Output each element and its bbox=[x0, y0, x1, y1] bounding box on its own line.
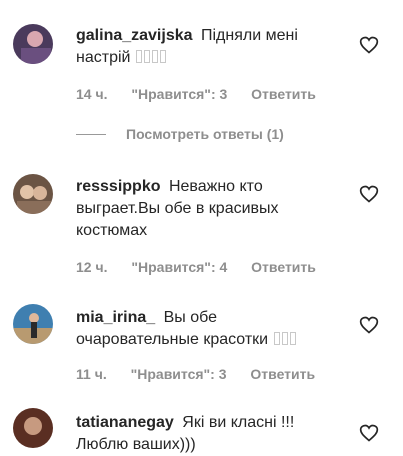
comment-body: Які ви класні !!! bbox=[182, 414, 295, 431]
heart-icon[interactable] bbox=[359, 184, 379, 204]
heart-icon[interactable] bbox=[359, 35, 379, 55]
likes-count[interactable]: "Нравится": 3 bbox=[131, 86, 227, 102]
likes-count[interactable]: "Нравится": 3 bbox=[131, 366, 227, 382]
reply-button[interactable]: Ответить bbox=[250, 366, 315, 382]
emoji-placeholders bbox=[273, 331, 297, 348]
avatar[interactable] bbox=[13, 24, 53, 64]
comment-meta: 12 ч. "Нравится": 4 Ответить bbox=[76, 259, 336, 275]
reply-button[interactable]: Ответить bbox=[251, 86, 316, 102]
replies-divider bbox=[76, 133, 106, 135]
likes-count[interactable]: "Нравится": 4 bbox=[131, 259, 227, 275]
avatar[interactable] bbox=[13, 174, 53, 214]
avatar[interactable] bbox=[13, 304, 53, 344]
heart-icon[interactable] bbox=[359, 315, 379, 335]
reply-button[interactable]: Ответить bbox=[251, 259, 316, 275]
username-link[interactable]: resssippko bbox=[76, 178, 160, 195]
avatar[interactable] bbox=[13, 408, 53, 448]
comment-meta: 11 ч. "Нравится": 3 Ответить bbox=[76, 366, 335, 382]
view-replies-label[interactable]: Посмотреть ответы (1) bbox=[126, 126, 284, 142]
comment-time: 12 ч. bbox=[76, 259, 108, 275]
comment-text: resssippko Неважно кто выграет.Вы обе в … bbox=[76, 176, 344, 242]
username-link[interactable]: mia_irina_ bbox=[76, 309, 155, 326]
comment-text: galina_zavijska Підняли мені настрій bbox=[76, 25, 344, 69]
comment-meta: 14 ч. "Нравится": 3 Ответить bbox=[76, 86, 336, 102]
comment-time: 14 ч. bbox=[76, 86, 108, 102]
heart-icon[interactable] bbox=[359, 423, 379, 443]
comment-text: mia_irina_ Вы обе очаровательные красотк… bbox=[76, 307, 344, 351]
comment-text: tatiananegay Які ви класні !!! Люблю ваш… bbox=[76, 412, 344, 456]
emoji-placeholders bbox=[135, 49, 167, 66]
username-link[interactable]: galina_zavijska bbox=[76, 27, 193, 44]
username-link[interactable]: tatiananegay bbox=[76, 414, 174, 431]
view-replies-button[interactable]: Посмотреть ответы (1) bbox=[76, 126, 284, 142]
comment-time: 11 ч. bbox=[76, 366, 107, 382]
